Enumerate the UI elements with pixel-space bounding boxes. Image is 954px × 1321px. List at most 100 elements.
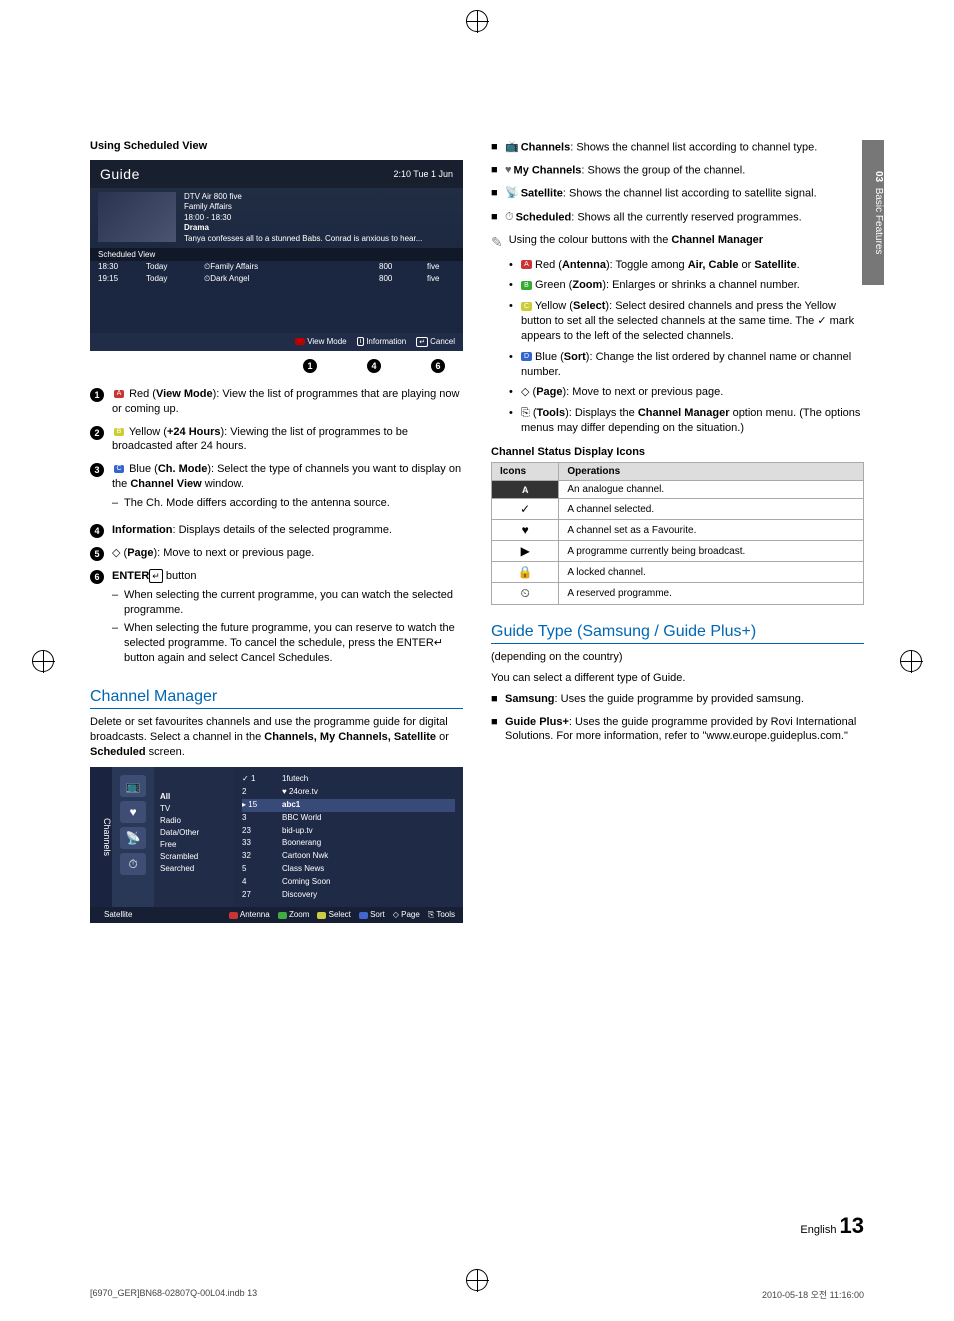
tools-icon: ⎘ (521, 407, 530, 419)
red-label-icon: A (521, 260, 532, 269)
list-item: 📺Channels: Shows the channel list accord… (491, 140, 864, 155)
col-icons: Icons (492, 463, 559, 481)
info-key-icon: i (357, 337, 365, 346)
chapter-number: 03 (873, 171, 884, 182)
guide-foot-view: View Mode (307, 337, 346, 346)
guide-meta-time: 18:00 - 18:30 (184, 213, 422, 223)
list-item: Guide Plus+: Uses the guide programme pr… (491, 715, 864, 745)
guide-subhead: Scheduled View (90, 248, 463, 261)
red-dot-icon (229, 912, 238, 919)
guide-type-intro: You can select a different type of Guide… (491, 671, 864, 686)
colour-item: B Green (Zoom): Enlarges or shrinks a ch… (509, 278, 864, 293)
guide-row-time: 19:15 (98, 274, 132, 284)
filter-item: Scrambled (160, 851, 228, 863)
green-label-icon: B (521, 281, 532, 290)
guide-clock: 2:10 Tue 1 Jun (393, 169, 453, 179)
list-item: 1 A Red (View Mode): View the list of pr… (90, 387, 463, 417)
guide-row-num: 800 (379, 262, 413, 272)
guide-foot-info: Information (366, 337, 406, 346)
print-footer: [6970_GER]BN68-02807Q-00L04.indb 13 2010… (90, 1288, 864, 1301)
callout-4: 4 (367, 359, 381, 373)
colour-item: D Blue (Sort): Change the list ordered b… (509, 350, 864, 380)
colour-item: C Yellow (Select): Select desired channe… (509, 299, 864, 344)
using-scheduled-view-heading: Using Scheduled View (90, 140, 463, 152)
registration-mark-top (466, 10, 488, 32)
guide-title: Guide (100, 166, 140, 182)
channel-name: Cartoon Nwk (282, 850, 328, 863)
note: Using the colour buttons with the Channe… (491, 233, 864, 252)
list-item: ⏱Scheduled: Shows all the currently rese… (491, 210, 864, 225)
cmgr-source: Satellite (98, 910, 132, 920)
guide-row-programme: Family Affairs (210, 262, 258, 271)
red-pill-icon (295, 338, 305, 345)
guide-foot-cancel: Cancel (430, 337, 455, 346)
list-item: 6 ENTER↵ button When selecting the curre… (90, 569, 463, 670)
print-timestamp: 2010-05-18 오전 11:16:00 (762, 1288, 864, 1301)
channel-name: Discovery (282, 889, 317, 902)
guide-row-day: Today (146, 262, 190, 272)
satellite-icon: 📡 (505, 186, 519, 201)
page-footer: English 13 (800, 1213, 864, 1239)
list-item: 3 C Blue (Ch. Mode): Select the type of … (90, 462, 463, 515)
guide-box: Guide 2:10 Tue 1 Jun DTV Air 800 five Fa… (90, 160, 463, 351)
guide-meta-programme: Family Affairs (184, 202, 422, 212)
filter-item: Radio (160, 815, 228, 827)
table-row: A reserved programme. (559, 583, 864, 605)
table-row: A channel set as a Favourite. (559, 520, 864, 541)
table-row: A locked channel. (559, 562, 864, 583)
chapter-tab: 03 Basic Features (862, 140, 884, 285)
extra-item: ⎘ (Tools): Displays the Channel Manager … (509, 406, 864, 436)
sublist-item: The Ch. Mode differs according to the an… (112, 496, 463, 511)
channel-name: Coming Soon (282, 876, 330, 889)
callouts: 1 4 6 (90, 359, 463, 373)
filter-item: Searched (160, 863, 228, 875)
guide-row-chan: five (427, 274, 455, 284)
yellow-dot-icon (317, 912, 326, 919)
list-item: 2 B Yellow (+24 Hours): Viewing the list… (90, 425, 463, 455)
cmgr-side-label: Channels (90, 767, 112, 907)
chapter-label: Basic Features (873, 187, 884, 254)
channel-name: Class News (282, 863, 324, 876)
channel-manager-intro: Delete or set favourites channels and us… (90, 715, 463, 760)
callout-1: 1 (303, 359, 317, 373)
enter-key-icon: ↵ (149, 569, 163, 583)
icons-table: IconsOperations AAn analogue channel. ✓A… (491, 462, 864, 605)
guide-row-time: 18:30 (98, 262, 132, 272)
yellow-button-icon: B (114, 428, 124, 436)
blue-label-icon: D (521, 352, 532, 361)
table-row: A programme currently being broadcast. (559, 541, 864, 562)
tv-icon: 📺 (120, 775, 146, 797)
page-icon: ◇ (521, 386, 529, 398)
clock-icon: ⏱ (120, 853, 146, 875)
extra-item: ◇ (Page): Move to next or previous page. (509, 385, 864, 400)
filter-item: TV (160, 803, 228, 815)
blue-dot-icon (359, 912, 368, 919)
channel-manager-box: Channels 📺 ♥ 📡 ⏱ All TV Radio Data/Other… (90, 767, 463, 923)
icons-table-heading: Channel Status Display Icons (491, 446, 864, 458)
guide-row-day: Today (146, 274, 190, 284)
guide-meta-channel: DTV Air 800 five (184, 192, 422, 202)
blue-button-icon: C (114, 465, 124, 473)
list-item: 5 ◇ (Page): Move to next or previous pag… (90, 546, 463, 561)
check-icon: ✓ (242, 774, 249, 783)
filter-all: All (160, 791, 228, 803)
list-item: Samsung: Uses the guide programme by pro… (491, 692, 864, 707)
footer-page-number: 13 (840, 1213, 864, 1238)
guide-thumbnail (98, 192, 176, 242)
guide-meta-tag: Drama (184, 223, 422, 233)
filter-item: Data/Other (160, 827, 228, 839)
guide-row-programme: Dark Angel (210, 274, 249, 283)
satellite-icon: 📡 (120, 827, 146, 849)
guide-row-chan: five (427, 262, 455, 272)
print-filename: [6970_GER]BN68-02807Q-00L04.indb 13 (90, 1288, 257, 1301)
heart-icon: ♥ (282, 787, 289, 796)
red-button-icon: A (114, 390, 124, 398)
col-operations: Operations (559, 463, 864, 481)
clock-icon: ⏱ (505, 210, 514, 225)
registration-mark-right (900, 650, 922, 672)
guide-rows: 18:30 Today ⏲Family Affairs 800 five 19:… (90, 261, 463, 333)
analogue-icon: A (492, 481, 559, 499)
channel-name: 24ore.tv (289, 787, 318, 796)
yellow-label-icon: C (521, 302, 532, 311)
channel-name: bid-up.tv (282, 825, 313, 838)
